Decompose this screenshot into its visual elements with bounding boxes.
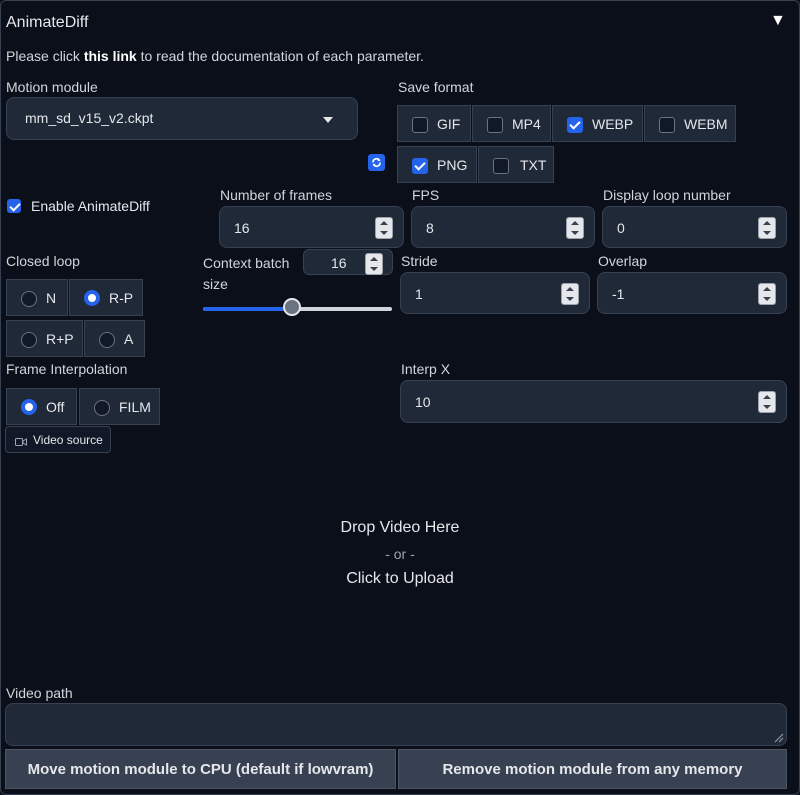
context-batch-slider-thumb[interactable] xyxy=(282,298,301,316)
fps-label: FPS xyxy=(412,187,440,203)
video-drop-zone[interactable] xyxy=(0,455,800,677)
context-batch-slider-track[interactable] xyxy=(203,298,392,316)
save-format-mp4[interactable]: MP4 xyxy=(472,105,551,142)
context-batch-label: Context batch size xyxy=(203,255,290,292)
stride-input[interactable]: 1 xyxy=(400,272,590,314)
interp-x-label: Interp X xyxy=(401,361,451,377)
save-format-webm[interactable]: WEBM xyxy=(644,105,736,142)
closed-loop-r-p[interactable]: R-P xyxy=(69,279,143,316)
fps-stepper[interactable] xyxy=(566,217,584,239)
radio-film[interactable] xyxy=(94,400,110,416)
remove-motion-module-button[interactable]: Remove motion module from any memory xyxy=(398,749,787,789)
resize-handle-icon[interactable] xyxy=(774,733,784,743)
context-batch-input[interactable]: 16 xyxy=(303,249,393,275)
radio-n[interactable] xyxy=(21,291,37,307)
video-source-tab[interactable]: Video source xyxy=(5,426,111,453)
motion-module-select[interactable]: mm_sd_v15_v2.ckpt xyxy=(6,97,358,140)
save-format-label: Save format xyxy=(398,79,474,95)
frames-label: Number of frames xyxy=(220,187,333,203)
mp4-checkbox[interactable] xyxy=(487,117,503,133)
save-format-webp[interactable]: WEBP xyxy=(552,105,643,142)
frame-interp-label: Frame Interpolation xyxy=(6,361,128,377)
webm-checkbox[interactable] xyxy=(659,117,675,133)
radio-r-plus-p[interactable] xyxy=(21,332,37,348)
radio-off[interactable] xyxy=(21,399,37,415)
closed-loop-r-plus-p[interactable]: R+P xyxy=(6,320,83,357)
video-path-input[interactable] xyxy=(5,703,787,746)
video-camera-icon xyxy=(15,434,27,450)
closed-loop-label: Closed loop xyxy=(6,253,80,269)
video-path-label: Video path xyxy=(6,685,73,701)
triangle-down-icon[interactable]: ▼ xyxy=(770,12,786,30)
save-format-txt[interactable]: TXT xyxy=(478,146,554,183)
doc-link[interactable]: this link xyxy=(84,48,137,64)
save-format-png[interactable]: PNG xyxy=(397,146,477,183)
loop-label: Display loop number xyxy=(603,187,731,203)
overlap-input[interactable]: -1 xyxy=(597,272,787,314)
context-batch-stepper[interactable] xyxy=(365,253,383,275)
enable-animatediff-checkbox[interactable] xyxy=(7,199,21,213)
stride-stepper[interactable] xyxy=(561,283,579,305)
interp-x-input[interactable]: 10 xyxy=(400,380,787,423)
frames-input[interactable]: 16 xyxy=(219,206,404,248)
motion-module-label: Motion module xyxy=(6,79,98,95)
save-format-gif[interactable]: GIF xyxy=(397,105,471,142)
enable-animatediff-label: Enable AnimateDiff xyxy=(31,198,150,214)
overlap-label: Overlap xyxy=(598,253,648,269)
refresh-icon[interactable] xyxy=(368,154,385,171)
drop-video-text: Drop Video Here xyxy=(340,519,460,536)
frame-interp-off[interactable]: Off xyxy=(6,388,77,425)
chevron-down-icon xyxy=(323,117,333,123)
drop-or-text: - or - xyxy=(385,546,415,562)
closed-loop-a[interactable]: A xyxy=(84,320,145,357)
panel-title: AnimateDiff xyxy=(6,14,89,31)
overlap-stepper[interactable] xyxy=(758,283,776,305)
radio-r-p[interactable] xyxy=(84,290,100,306)
frame-interp-film[interactable]: FILM xyxy=(79,388,160,425)
radio-a[interactable] xyxy=(99,332,115,348)
fps-input[interactable]: 8 xyxy=(411,206,595,248)
move-motion-module-cpu-button[interactable]: Move motion module to CPU (default if lo… xyxy=(5,749,396,789)
stride-label: Stride xyxy=(401,253,438,269)
loop-input[interactable]: 0 xyxy=(602,206,787,248)
webp-checkbox[interactable] xyxy=(567,117,583,133)
doc-text: Please click this link to read the docum… xyxy=(6,48,424,64)
motion-module-value: mm_sd_v15_v2.ckpt xyxy=(25,110,154,126)
txt-checkbox[interactable] xyxy=(493,158,509,174)
click-upload-text[interactable]: Click to Upload xyxy=(0,570,800,588)
interp-x-stepper[interactable] xyxy=(758,391,776,413)
png-checkbox[interactable] xyxy=(412,158,428,174)
closed-loop-n[interactable]: N xyxy=(6,279,68,316)
loop-stepper[interactable] xyxy=(758,217,776,239)
gif-checkbox[interactable] xyxy=(412,117,428,133)
frames-stepper[interactable] xyxy=(375,217,393,239)
